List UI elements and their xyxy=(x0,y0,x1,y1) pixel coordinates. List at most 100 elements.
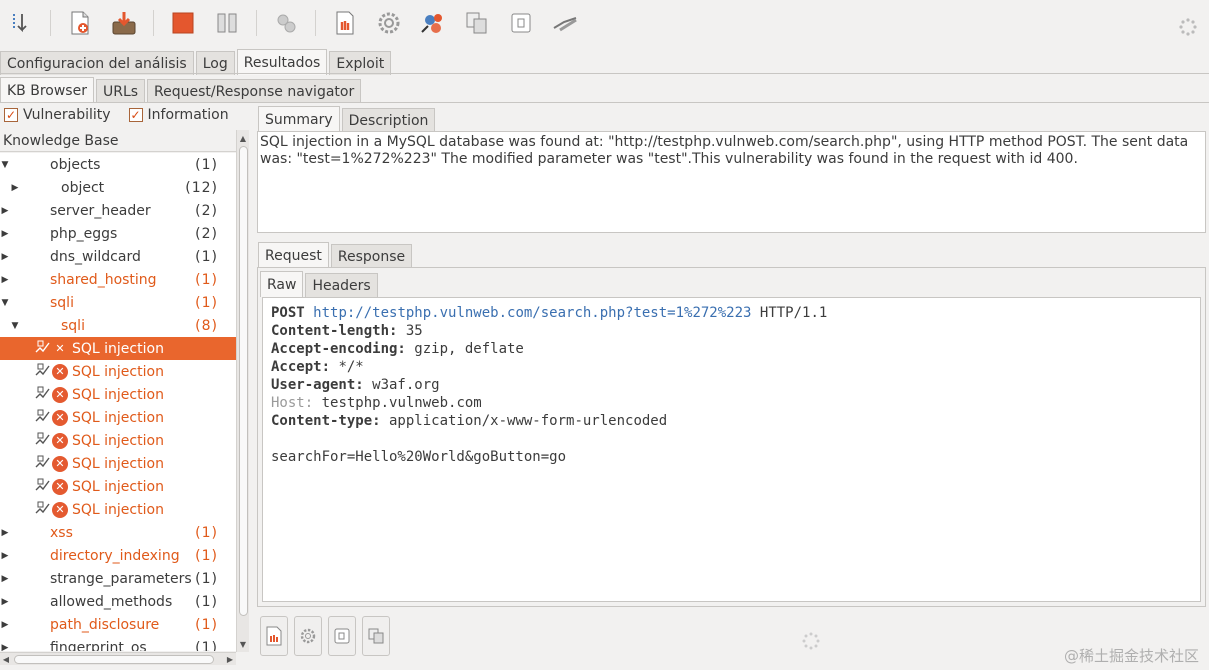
tab-raw[interactable]: Raw xyxy=(260,271,304,297)
scroll-right-icon[interactable]: ▶ xyxy=(224,653,236,665)
tree-item-count: (1) xyxy=(195,616,218,633)
send-to-fuzzy-button[interactable] xyxy=(294,616,322,656)
tree-item-label: sqli xyxy=(50,294,74,311)
filter-vulnerability[interactable]: ✓ Vulnerability xyxy=(4,107,111,123)
tree-item[interactable]: ▼ objects (1) xyxy=(0,153,236,176)
expander-collapsed-icon[interactable]: ▶ xyxy=(0,206,10,216)
expander-collapsed-icon[interactable]: ▶ xyxy=(0,551,10,561)
expander-expanded-icon[interactable]: ▼ xyxy=(0,298,10,308)
vulnerability-item[interactable]: ✕ SQL injection xyxy=(0,429,236,452)
tree-item-label: SQL injection xyxy=(72,409,164,426)
fuzzy-request-icon[interactable] xyxy=(418,8,448,38)
checkbox-checked-icon[interactable]: ✓ xyxy=(128,108,143,122)
tree-item[interactable]: ▶ php_eggs (2) xyxy=(0,222,236,245)
scroll-thumb[interactable] xyxy=(239,146,248,616)
tree-item[interactable]: ▶ object (12) xyxy=(0,176,236,199)
scroll-left-icon[interactable]: ◀ xyxy=(0,653,12,665)
request-protocol: HTTP/1.1 xyxy=(759,305,828,321)
tab-divider xyxy=(0,102,1209,103)
tab-kb-browser[interactable]: KB Browser xyxy=(0,77,94,103)
expander-collapsed-icon[interactable]: ▶ xyxy=(0,229,10,239)
fingerprint-icon xyxy=(34,499,51,520)
vulnerability-icons: ✕ xyxy=(34,476,68,497)
expander-collapsed-icon[interactable]: ▶ xyxy=(0,574,10,584)
tree-item[interactable]: ▶ fingerprint_os (1) xyxy=(0,636,236,652)
tree-item[interactable]: ▶ server_header (2) xyxy=(0,199,236,222)
encode-decode-icon[interactable] xyxy=(506,8,536,38)
tab-exploit[interactable]: Exploit xyxy=(329,51,392,75)
expander-collapsed-icon[interactable]: ▶ xyxy=(0,620,10,630)
expander-collapsed-icon[interactable]: ▶ xyxy=(0,643,10,652)
tree-item[interactable]: ▶ allowed_methods (1) xyxy=(0,590,236,613)
expander-collapsed-icon[interactable]: ▶ xyxy=(0,275,10,285)
vulnerability-item[interactable]: ✕ SQL injection xyxy=(0,337,236,360)
tree-item[interactable]: ▶ strange_parameters (1) xyxy=(0,567,236,590)
expander-collapsed-icon[interactable]: ▶ xyxy=(0,597,10,607)
pause-icon[interactable] xyxy=(212,8,242,38)
send-to-encoder-button[interactable] xyxy=(328,616,356,656)
severity-error-icon: ✕ xyxy=(52,455,68,472)
tree-horizontal-scrollbar[interactable]: ◀ ▶ xyxy=(0,652,236,665)
tree-item[interactable]: ▶ xss (1) xyxy=(0,521,236,544)
send-to-manual-request-button[interactable] xyxy=(260,616,288,656)
vulnerability-item[interactable]: ✕ SQL injection xyxy=(0,498,236,521)
toolbar-separator xyxy=(256,10,257,36)
tree-header[interactable]: Knowledge Base xyxy=(0,130,236,152)
knowledge-base-tree[interactable]: ▼ objects (1) ▶ object (12) ▶ server_header (2) ▶… xyxy=(0,153,236,651)
tree-item-label: allowed_methods xyxy=(50,593,173,610)
save-profile-icon[interactable] xyxy=(109,8,139,38)
send-to-compare-button[interactable] xyxy=(362,616,390,656)
tab-request[interactable]: Request xyxy=(258,242,329,268)
stop-icon[interactable] xyxy=(168,8,198,38)
severity-error-icon: ✕ xyxy=(52,409,68,426)
scroll-thumb[interactable] xyxy=(14,655,214,664)
new-profile-icon[interactable] xyxy=(65,8,95,38)
tab-headers[interactable]: Headers xyxy=(305,273,378,297)
header-name: Host: xyxy=(271,395,314,411)
sort-down-icon[interactable] xyxy=(6,8,36,38)
vulnerability-icons: ✕ xyxy=(34,361,68,382)
gear-icon[interactable] xyxy=(374,8,404,38)
manual-request-icon[interactable] xyxy=(330,8,360,38)
view-tabs: Raw Headers xyxy=(260,271,380,297)
vulnerability-item[interactable]: ✕ SQL injection xyxy=(0,360,236,383)
scroll-up-icon[interactable]: ▲ xyxy=(237,132,249,144)
tab-request-response-navigator[interactable]: Request/Response navigator xyxy=(147,79,362,103)
tab-resultados[interactable]: Resultados xyxy=(236,49,328,75)
detail-tabs: Summary Description xyxy=(258,106,437,132)
raw-request-view[interactable]: POST http://testphp.vulnweb.com/search.p… xyxy=(262,297,1201,602)
tree-item[interactable]: ▶ directory_indexing (1) xyxy=(0,544,236,567)
tree-item[interactable]: ▶ dns_wildcard (1) xyxy=(0,245,236,268)
tree-vertical-scrollbar[interactable]: ▲ ▼ xyxy=(236,130,249,652)
expander-collapsed-icon[interactable]: ▶ xyxy=(0,528,10,538)
tab-log[interactable]: Log xyxy=(195,51,235,75)
compare-icon[interactable] xyxy=(462,8,492,38)
vulnerability-item[interactable]: ✕ SQL injection xyxy=(0,475,236,498)
tree-item-count: (1) xyxy=(195,570,218,587)
tab-configuracion[interactable]: Configuracion del análisis xyxy=(0,51,194,75)
tree-item[interactable]: ▶ path_disclosure (1) xyxy=(0,613,236,636)
proxy-icon[interactable] xyxy=(550,8,580,38)
fingerprint-icon xyxy=(34,453,51,474)
tree-item[interactable]: ▼ sqli (8) xyxy=(0,314,236,337)
vulnerability-item[interactable]: ✕ SQL injection xyxy=(0,383,236,406)
expander-expanded-icon[interactable]: ▼ xyxy=(0,160,10,170)
header-name: Accept: xyxy=(271,359,331,375)
checkbox-checked-icon[interactable]: ✓ xyxy=(4,108,18,122)
tree-item-label: path_disclosure xyxy=(50,616,160,633)
expander-collapsed-icon[interactable]: ▶ xyxy=(0,252,10,262)
vulnerability-item[interactable]: ✕ SQL injection xyxy=(0,406,236,429)
tab-summary[interactable]: Summary xyxy=(258,106,340,132)
tree-item[interactable]: ▼ sqli (1) xyxy=(0,291,236,314)
tab-description[interactable]: Description xyxy=(341,108,436,132)
expander-expanded-icon[interactable]: ▼ xyxy=(10,321,20,331)
expander-collapsed-icon[interactable]: ▶ xyxy=(10,183,20,193)
vulnerability-icons: ✕ xyxy=(34,338,68,359)
tree-item[interactable]: ▶ shared_hosting (1) xyxy=(0,268,236,291)
tab-urls[interactable]: URLs xyxy=(95,79,146,103)
tab-response[interactable]: Response xyxy=(330,244,413,268)
tree-item-count: (1) xyxy=(195,524,218,541)
scroll-down-icon[interactable]: ▼ xyxy=(237,638,249,650)
filter-information[interactable]: ✓ Information xyxy=(128,107,229,123)
vulnerability-item[interactable]: ✕ SQL injection xyxy=(0,452,236,475)
